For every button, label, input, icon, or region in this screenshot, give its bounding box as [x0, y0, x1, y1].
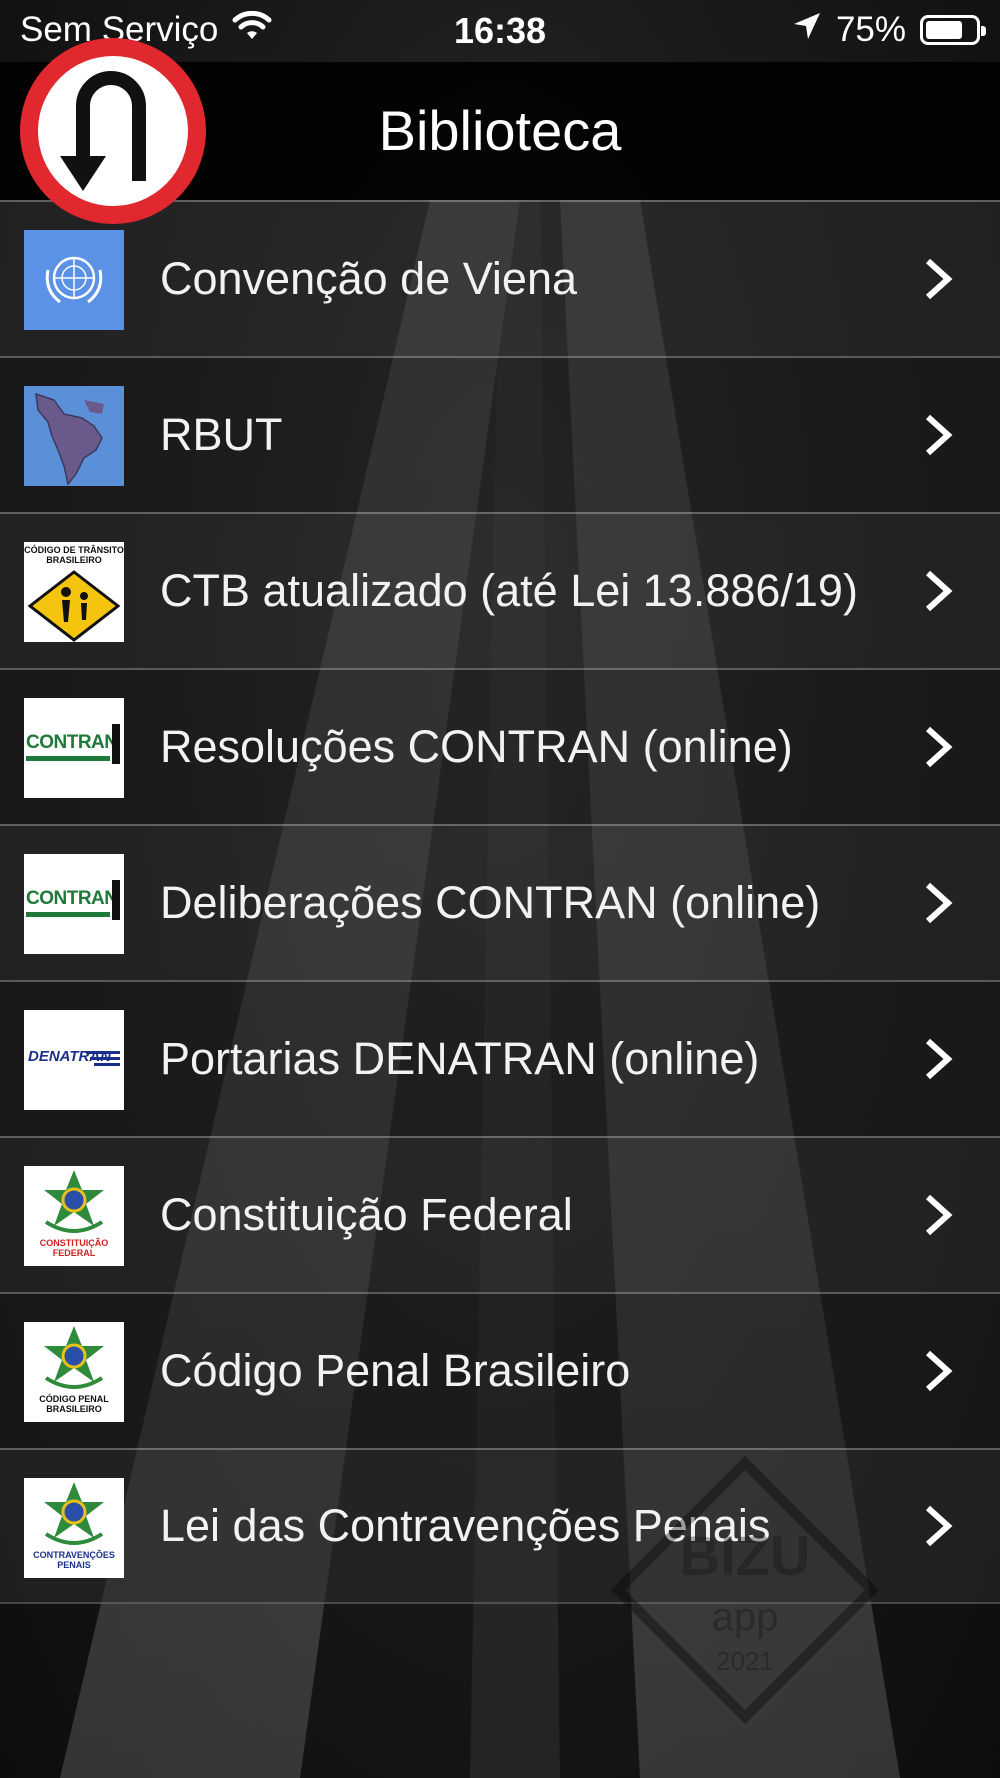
chevron-right-icon [925, 882, 953, 924]
un-emblem-icon [24, 230, 124, 330]
list-item[interactable]: CONTRAN Deliberações CONTRAN (online) [0, 824, 1000, 980]
list-item[interactable]: DENATRAN Portarias DENATRAN (online) [0, 980, 1000, 1136]
chevron-right-icon [925, 1194, 953, 1236]
location-arrow-icon [792, 10, 822, 50]
list-item[interactable]: RBUT [0, 356, 1000, 512]
chevron-right-icon [925, 570, 953, 612]
coat-of-arms-caption: CONTRAVENÇÕES PENAIS [33, 1550, 115, 1570]
contran-logo-icon: CONTRAN [24, 698, 124, 798]
contran-logo-text: CONTRAN [26, 732, 118, 753]
list-item[interactable]: CÓDIGO PENAL BRASILEIRO Código Penal Bra… [0, 1292, 1000, 1448]
chevron-right-icon [925, 258, 953, 300]
ctb-school-crossing-icon: CÓDIGO DE TRÂNSITO BRASILEIRO [24, 542, 124, 642]
list-item-label: Portarias DENATRAN (online) [160, 1033, 760, 1084]
contran-logo-text: CONTRAN [26, 888, 118, 909]
watermark-brand: BIZU [680, 1524, 811, 1587]
back-button[interactable] [20, 38, 206, 224]
list-item[interactable]: CÓDIGO DE TRÂNSITO BRASILEIRO CTB atuali… [0, 512, 1000, 668]
library-list: Convenção de Viena RBUT CÓDIGO DE TRÂNSI… [0, 200, 1000, 1604]
chevron-right-icon [925, 1350, 953, 1392]
app-screen: Sem Serviço 16:38 75% Biblioteca Convenç… [0, 0, 1000, 1778]
brazil-coat-of-arms-icon: CÓDIGO PENAL BRASILEIRO [24, 1322, 124, 1422]
battery-fill [926, 21, 962, 39]
chevron-right-icon [925, 414, 953, 456]
list-item-label: Convenção de Viena [160, 253, 577, 304]
list-item-label: CTB atualizado (até Lei 13.886/19) [160, 565, 858, 616]
chevron-right-icon [925, 1505, 953, 1547]
contran-logo-icon: CONTRAN [24, 854, 124, 954]
chevron-right-icon [925, 1038, 953, 1080]
battery-cap [981, 26, 986, 36]
list-item-label: Constituição Federal [160, 1189, 573, 1240]
bizu-watermark: BIZU app 2021 [610, 1455, 880, 1725]
chevron-right-icon [925, 726, 953, 768]
battery-icon [920, 15, 986, 45]
denatran-logo-icon: DENATRAN [24, 1010, 124, 1110]
list-item[interactable]: CONSTITUIÇÃO FEDERAL Constituição Federa… [0, 1136, 1000, 1292]
coat-of-arms-caption: CONSTITUIÇÃO FEDERAL [39, 1238, 109, 1258]
list-item-label: Código Penal Brasileiro [160, 1345, 631, 1396]
watermark-year: 2021 [716, 1646, 774, 1676]
coat-of-arms-caption: CÓDIGO PENAL BRASILEIRO [39, 1394, 109, 1414]
brazil-coat-of-arms-icon: CONTRAVENÇÕES PENAIS [24, 1478, 124, 1578]
list-item-label: Resoluções CONTRAN (online) [160, 721, 793, 772]
battery-percent: 75% [835, 10, 906, 49]
ctb-icon-text: CÓDIGO DE TRÂNSITO BRASILEIRO [24, 545, 124, 565]
list-item[interactable]: Convenção de Viena [0, 200, 1000, 356]
status-right: 75% [792, 10, 986, 50]
list-item-label: Deliberações CONTRAN (online) [160, 877, 821, 928]
list-item-label: RBUT [160, 409, 283, 460]
brazil-coat-of-arms-icon: CONSTITUIÇÃO FEDERAL [24, 1166, 124, 1266]
u-turn-sign-icon [60, 71, 146, 191]
list-item[interactable]: CONTRAN Resoluções CONTRAN (online) [0, 668, 1000, 824]
watermark-sub: app [712, 1595, 779, 1639]
south-america-map-icon [24, 386, 124, 486]
